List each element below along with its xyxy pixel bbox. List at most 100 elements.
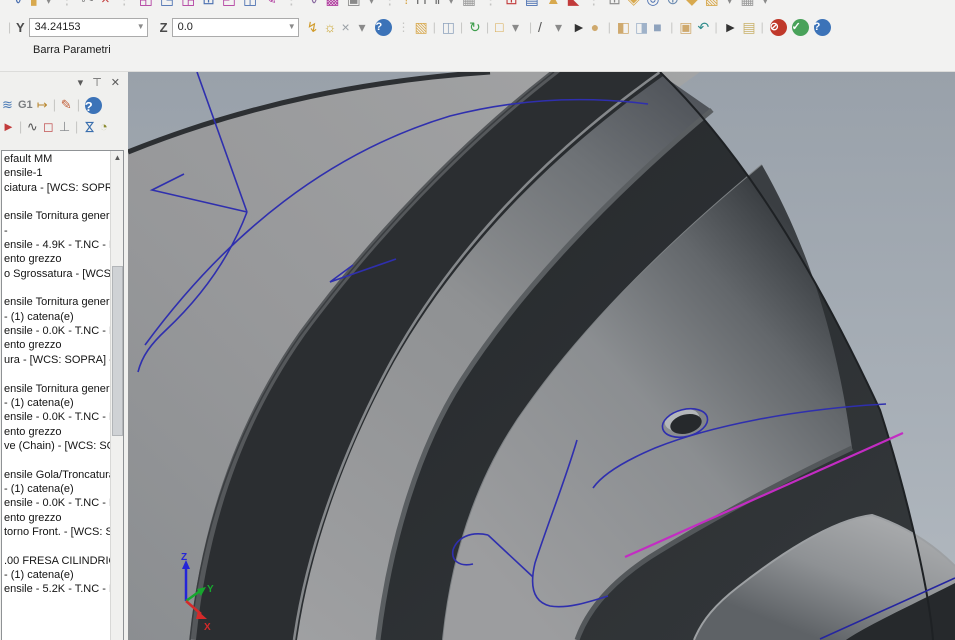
xform-scale-icon[interactable]: ◰ [222, 0, 236, 11]
clipboard-icon[interactable]: ▤ [742, 18, 755, 36]
globe-icon[interactable]: ⊕ [667, 0, 680, 11]
hidden-line-view-icon[interactable]: ◨ [635, 18, 648, 36]
dropdown-icon[interactable]: ▾ [726, 0, 734, 11]
tree-line[interactable] [2, 453, 110, 467]
dropdown-icon[interactable]: ▾ [45, 0, 53, 11]
clear-selection-icon[interactable]: × [341, 18, 353, 36]
trim-icon[interactable]: ✂ [81, 0, 94, 11]
mesh-icon[interactable]: ▦ [462, 0, 476, 11]
tree-line[interactable]: torno Front. - [WCS: SOF [2, 525, 110, 539]
image-icon[interactable]: ▣ [347, 0, 361, 11]
tree-line[interactable]: ensile - 4.9K - T.NC - N. [2, 238, 110, 252]
solid-cylinder-icon[interactable]: ▮ [30, 0, 38, 11]
grid-select-icon[interactable]: □ [495, 18, 507, 36]
line-style-icon[interactable]: / [538, 18, 550, 36]
parallel-dim-icon[interactable]: ‖ [434, 0, 440, 11]
select-path-icon[interactable]: ∿ [27, 117, 39, 137]
dropdown-icon[interactable]: ▾ [555, 18, 567, 36]
xform-translate-icon[interactable]: ◱ [139, 0, 153, 11]
tree-line[interactable] [2, 281, 110, 295]
autocursor-gear-icon[interactable]: ☼ [324, 18, 337, 36]
dropdown-icon[interactable]: ▾ [512, 18, 524, 36]
surface-icon[interactable]: ▲ [546, 0, 561, 11]
delete-icon[interactable]: × [101, 0, 110, 11]
select-all-gear-icon[interactable]: ≋ [2, 95, 14, 115]
hatch-icon[interactable]: ▩ [325, 0, 339, 11]
tree-line[interactable]: .00 FRESA CILINDRICA - [2, 554, 110, 568]
loft-icon[interactable]: ▧ [705, 0, 719, 11]
graphics-viewport[interactable]: Z Y X [128, 72, 955, 640]
tree-line[interactable]: ensile - 5.2K - T.NC - N. [2, 582, 110, 596]
flat-pattern-icon[interactable]: ▦ [740, 0, 754, 11]
run-operations-icon[interactable]: ► [2, 117, 15, 137]
cancel-circle-icon[interactable]: ⊘ [770, 19, 787, 36]
tree-line[interactable]: ensile - 0.0K - T.NC - N. [2, 324, 110, 338]
z-coordinate-combo[interactable]: ▼ [172, 18, 299, 37]
sphere-icon[interactable]: ◎ [646, 0, 659, 11]
undo-icon[interactable]: ↶ [698, 18, 710, 36]
tree-line[interactable]: ensile - 0.0K - T.NC - N. [2, 410, 110, 424]
toolpost-icon[interactable]: ⊥ [59, 117, 71, 137]
panel-pin-icon[interactable]: ⊤ [92, 76, 102, 90]
tree-line[interactable]: ura - [WCS: SOPRA] - [ F [2, 353, 110, 367]
tree-line[interactable] [2, 539, 110, 553]
draft-icon[interactable]: ◣ [568, 0, 580, 11]
scroll-up-icon[interactable]: ▲ [111, 153, 124, 162]
tree-line[interactable]: ento grezzo [2, 511, 110, 525]
y-coordinate-combo[interactable]: ▼ [29, 18, 148, 37]
shaded-view-icon[interactable]: ■ [653, 18, 665, 36]
copy-view-icon[interactable]: ▣ [679, 18, 692, 36]
lightbulb-icon[interactable]: ! [404, 0, 408, 11]
edit-path-icon[interactable]: ✎ [61, 95, 73, 115]
window-select-icon[interactable]: ◫ [442, 18, 455, 36]
tree-line[interactable]: o Sgrossatura - [WCS: SC [2, 267, 110, 281]
sweep-icon[interactable]: ◆ [686, 0, 698, 11]
xform-copy-icon[interactable]: ◳ [160, 0, 174, 11]
xform-rotate-icon[interactable]: ⊞ [202, 0, 215, 11]
panel-help-icon[interactable]: ? [85, 97, 102, 114]
scrollbar-thumb[interactable] [112, 266, 123, 436]
tree-line[interactable]: ensile Gola/Troncatura - C [2, 468, 110, 482]
ok-circle-icon[interactable]: ✓ [792, 19, 809, 36]
dropdown-icon[interactable]: ▾ [358, 18, 370, 36]
spline-icon[interactable]: ∿ [10, 0, 23, 11]
sketch-icon[interactable]: ✎ [264, 0, 277, 11]
cursor-icon[interactable]: ► [572, 18, 586, 36]
dropdown-icon[interactable]: ▾ [368, 0, 376, 11]
dropdown-icon[interactable]: ▾ [762, 0, 770, 11]
tree-line[interactable]: ciatura - [WCS: SOPRA] - [2, 181, 110, 195]
tree-line[interactable]: ensile - 0.0K - T.NC - N. [2, 496, 110, 510]
help-circle-icon[interactable]: ? [375, 19, 392, 36]
net-cube-icon[interactable]: ⊞ [608, 0, 621, 11]
help-circle-icon[interactable]: ? [814, 19, 831, 36]
g1-code-icon[interactable]: G1 [18, 95, 33, 115]
y-coordinate-input[interactable] [30, 21, 147, 33]
xform-offset-icon[interactable]: ◫ [243, 0, 257, 11]
xform-mirror-icon[interactable]: ◲ [181, 0, 195, 11]
tree-line[interactable]: ensile Tornitura generale - [2, 209, 110, 223]
tree-line[interactable]: ento grezzo [2, 338, 110, 352]
tool-arrow-icon[interactable]: ↦ [37, 95, 49, 115]
tree-line[interactable]: - (1) catena(e) [2, 310, 110, 324]
shaded-check-icon[interactable]: ● [591, 18, 603, 36]
chevron-down-icon[interactable]: ▼ [288, 22, 296, 31]
tree-line[interactable]: efault MM [2, 152, 110, 166]
tree-line[interactable]: ensile Tornitura generale - [2, 382, 110, 396]
tree-line[interactable] [2, 367, 110, 381]
z-coordinate-input[interactable] [173, 21, 298, 33]
quick-point-icon[interactable]: ↯ [307, 18, 319, 36]
wireframe-view-icon[interactable]: ◧ [617, 18, 630, 36]
dynamic-rotate-icon[interactable]: ↻ [469, 18, 481, 36]
layers-icon[interactable]: ▤ [525, 0, 539, 11]
time-estimate-icon[interactable]: ◔ [100, 117, 112, 137]
tree-line[interactable]: ensile Tornitura generale - [2, 295, 110, 309]
tree-line[interactable]: - [2, 224, 110, 238]
tree-line[interactable]: - (1) catena(e) [2, 568, 110, 582]
tree-line[interactable]: - (1) catena(e) [2, 482, 110, 496]
dimension-icon[interactable]: ⊓ [415, 0, 427, 11]
tree-line[interactable]: ento grezzo [2, 252, 110, 266]
geometry-icon[interactable]: ◻ [43, 117, 55, 137]
panel-collapse-icon[interactable]: ▾ [78, 76, 84, 90]
curve-icon[interactable]: ∿ [306, 0, 319, 11]
panel-close-icon[interactable]: ✕ [111, 76, 120, 90]
